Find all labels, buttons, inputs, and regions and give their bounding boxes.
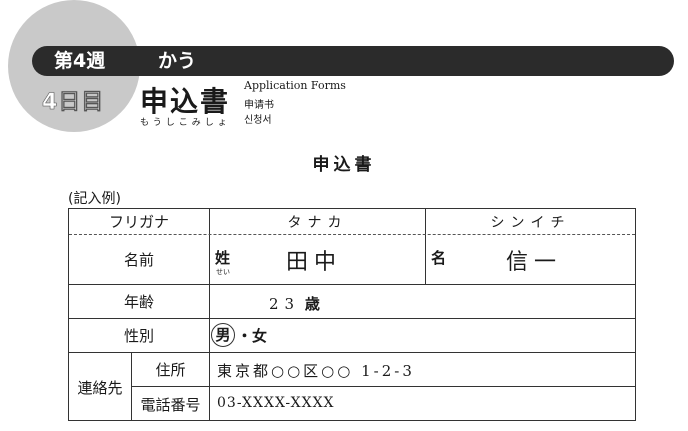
translation-english: Application Forms — [244, 79, 346, 92]
family-name-value: 田中 — [285, 249, 342, 275]
day-label: 4日目 — [42, 90, 105, 116]
contact-label: 連絡先 — [77, 378, 123, 397]
family-name-label: 姓 — [215, 249, 231, 267]
week-banner — [32, 46, 674, 76]
application-form: フリガナ タナカ シンイチ 名前 姓 せい 田中 名 信一 年齢 23 歳 性別… — [68, 208, 636, 421]
gender-male-circled: 男 — [211, 323, 235, 347]
name-label: 名前 — [123, 251, 154, 269]
furigana-label: フリガナ — [108, 213, 169, 231]
translation-chinese: 申请书 — [244, 100, 274, 111]
phone-value: 03-XXXX-XXXX — [217, 395, 335, 411]
gender-female: 女 — [252, 326, 268, 345]
age-value: 23 — [269, 295, 301, 313]
address-value: 東京都○○区○○ 1-2-3 — [217, 362, 415, 380]
age-unit: 歳 — [304, 295, 320, 313]
form-title: 申込書 — [312, 155, 376, 175]
furigana-family-value: タナカ — [287, 214, 348, 231]
lesson-title: 申込書 — [140, 85, 231, 118]
translation-korean: 신청서 — [244, 115, 272, 126]
family-name-label-reading: せい — [216, 268, 230, 276]
gender-label: 性別 — [123, 327, 154, 345]
given-name-value: 信一 — [505, 249, 562, 275]
age-field: 23 歳 — [269, 293, 320, 314]
gender-separator: ・ — [237, 326, 253, 345]
example-label: (記入例) — [68, 191, 121, 207]
week-label: 第4週 — [54, 50, 106, 72]
address-label: 住所 — [155, 361, 186, 379]
phone-label: 電話番号 — [140, 395, 201, 414]
week-theme: かう — [158, 50, 197, 72]
age-label: 年齢 — [123, 293, 154, 311]
furigana-given-value: シンイチ — [490, 214, 571, 231]
given-name-label: 名 — [431, 249, 447, 267]
gender-options: 男 ・ 女 — [211, 323, 267, 347]
column-divider — [209, 209, 210, 421]
lesson-title-reading: もうしこみしょ — [140, 118, 231, 128]
